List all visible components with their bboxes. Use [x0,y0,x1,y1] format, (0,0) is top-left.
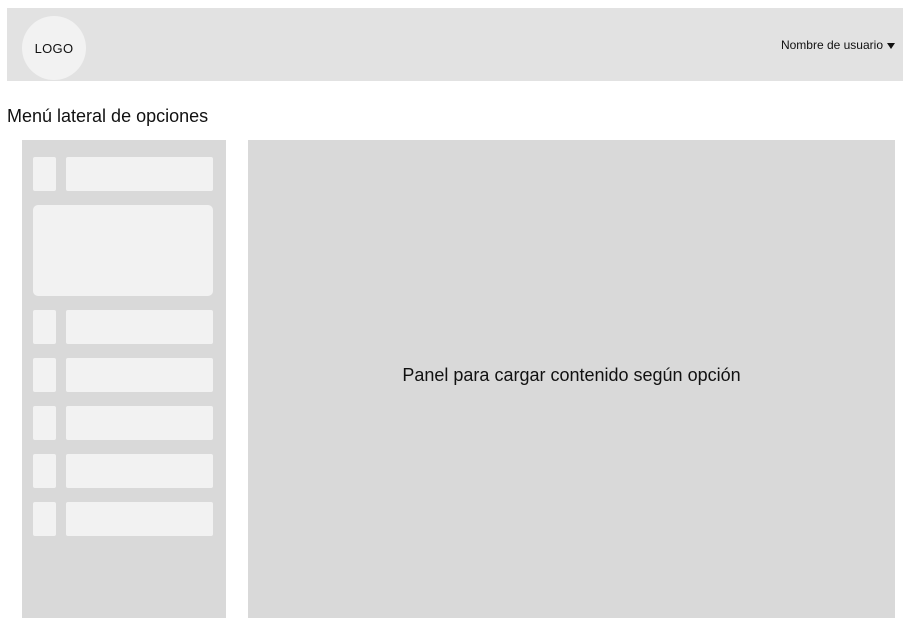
sidebar-card[interactable] [33,205,213,296]
placeholder-icon [33,358,56,392]
placeholder-icon [33,310,56,344]
sidebar-item-label-placeholder [66,310,213,344]
logo[interactable]: LOGO [22,16,86,80]
placeholder-icon [33,454,56,488]
sidebar-menu [22,140,226,618]
caret-down-icon [887,43,895,49]
sidebar-item-2[interactable] [33,310,213,344]
user-name: Nombre de usuario [780,38,883,52]
sidebar-item-label-placeholder [66,502,213,536]
placeholder-icon [33,157,56,191]
content-panel: Panel para cargar contenido según opción [248,140,895,618]
sidebar-item-1[interactable] [33,157,213,191]
panel-placeholder-text: Panel para cargar contenido según opción [402,365,741,385]
sidebar-item-label-placeholder [66,358,213,392]
placeholder-icon [33,502,56,536]
sidebar-item-6[interactable] [33,502,213,536]
sidebar-item-4[interactable] [33,406,213,440]
user-menu[interactable]: Nombre de usuario [781,36,895,54]
sidebar-item-5[interactable] [33,454,213,488]
sidebar-item-3[interactable] [33,358,213,392]
logo-text: LOGO [34,40,74,56]
page-title: Menú lateral de opciones [7,106,209,126]
sidebar-item-label-placeholder [66,454,213,488]
app-header: LOGO Nombre de usuario [7,8,903,81]
sidebar-item-label-placeholder [66,157,213,191]
placeholder-icon [33,406,56,440]
sidebar-item-label-placeholder [66,406,213,440]
